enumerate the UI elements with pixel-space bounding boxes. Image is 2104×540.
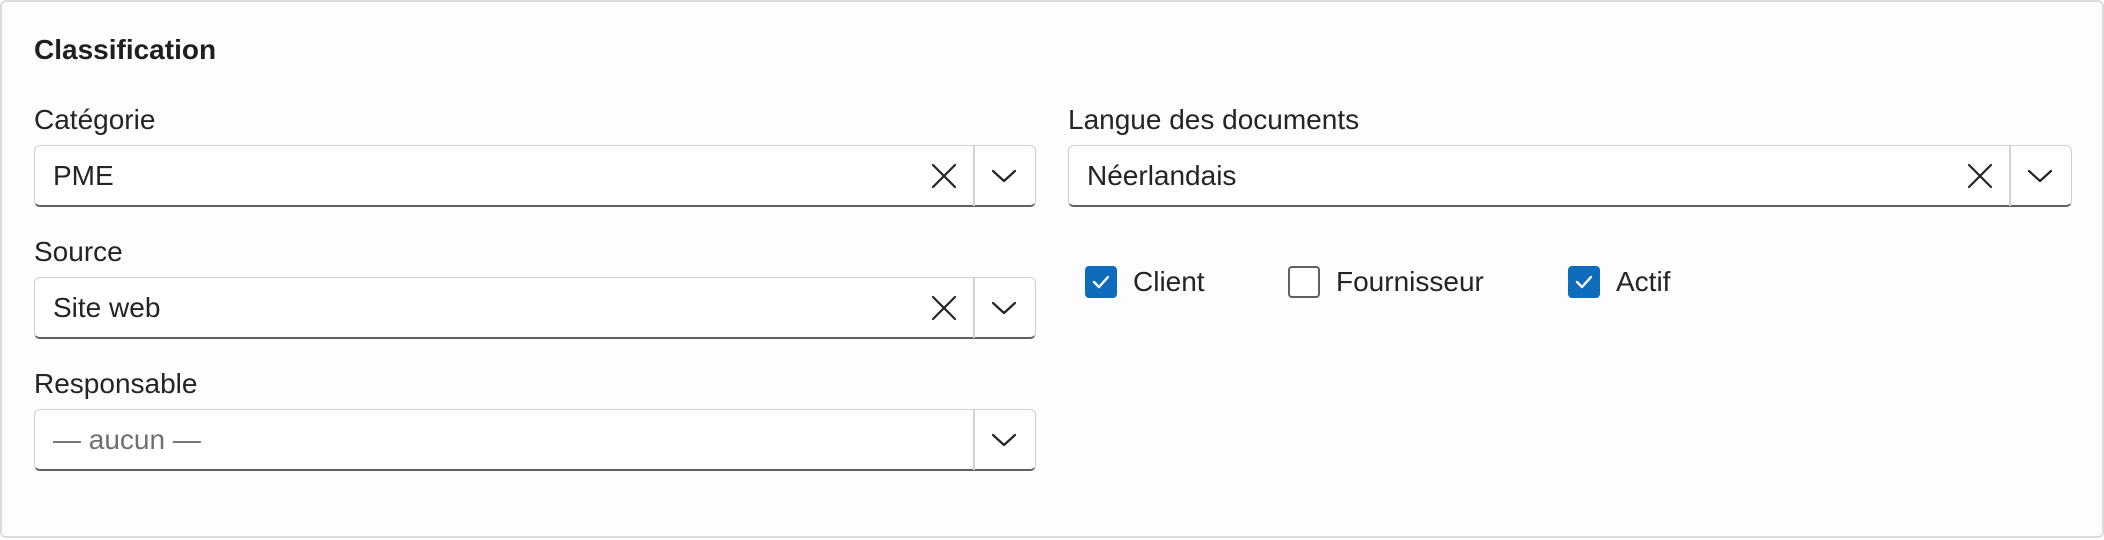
- source-clear-button[interactable]: [915, 278, 973, 338]
- responsable-open-button[interactable]: [973, 410, 1035, 470]
- fournisseur-checkbox[interactable]: Fournisseur: [1288, 266, 1484, 298]
- categorie-combobox[interactable]: PME: [34, 145, 1036, 207]
- checkbox-box[interactable]: [1085, 266, 1117, 298]
- chevron-down-icon: [2027, 169, 2053, 183]
- checkbox-box[interactable]: [1288, 266, 1320, 298]
- close-icon: [931, 295, 957, 321]
- responsable-combobox[interactable]: — aucun —: [34, 409, 1036, 471]
- actif-checkbox[interactable]: Actif: [1568, 266, 1670, 298]
- categorie-label: Catégorie: [34, 104, 156, 135]
- langue-combobox[interactable]: Néerlandais: [1068, 145, 2072, 207]
- langue-clear-button[interactable]: [1951, 146, 2009, 206]
- client-checkbox-label: Client: [1133, 266, 1205, 297]
- close-icon: [931, 163, 957, 189]
- client-checkbox[interactable]: Client: [1085, 266, 1205, 298]
- chevron-down-icon: [991, 301, 1017, 315]
- responsable-label: Responsable: [34, 368, 198, 399]
- section-title: Classification: [34, 34, 217, 65]
- source-open-button[interactable]: [973, 278, 1035, 338]
- categorie-value: PME: [53, 160, 114, 191]
- fournisseur-checkbox-label: Fournisseur: [1336, 266, 1484, 297]
- close-icon: [1967, 163, 1993, 189]
- langue-label: Langue des documents: [1068, 104, 1360, 135]
- chevron-down-icon: [991, 433, 1017, 447]
- checkmark-icon: [1092, 275, 1110, 289]
- responsable-placeholder: — aucun —: [53, 424, 201, 455]
- chevron-down-icon: [991, 169, 1017, 183]
- source-combobox[interactable]: Site web: [34, 277, 1036, 339]
- source-value: Site web: [53, 292, 161, 323]
- langue-open-button[interactable]: [2009, 146, 2071, 206]
- classification-panel: Classification Catégorie PME Source Site…: [0, 0, 2104, 538]
- categorie-clear-button[interactable]: [915, 146, 973, 206]
- checkmark-icon: [1575, 275, 1593, 289]
- actif-checkbox-label: Actif: [1616, 266, 1671, 297]
- checkbox-box[interactable]: [1568, 266, 1600, 298]
- categorie-open-button[interactable]: [973, 146, 1035, 206]
- source-label: Source: [34, 236, 123, 267]
- langue-value: Néerlandais: [1087, 160, 1237, 191]
